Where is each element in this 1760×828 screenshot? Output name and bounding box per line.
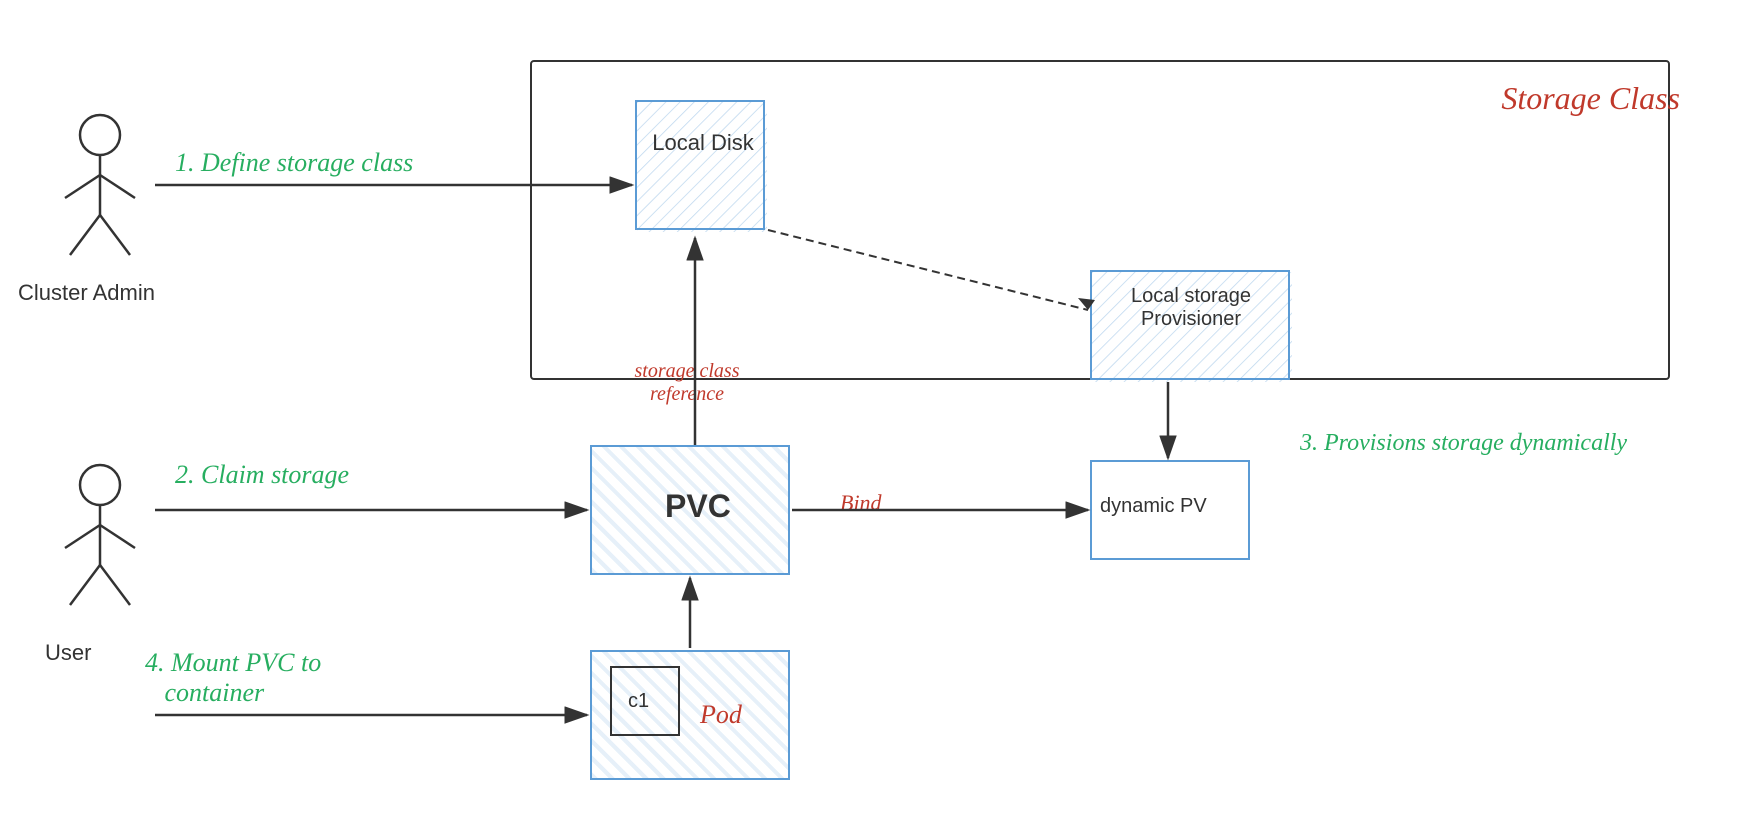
local-disk-box bbox=[635, 100, 765, 230]
user-figure bbox=[55, 460, 145, 620]
user-label: User bbox=[45, 640, 91, 666]
dynamic-pv-label: dynamic PV bbox=[1100, 495, 1207, 518]
container-label: c1 bbox=[628, 690, 649, 713]
bind-label: Bind bbox=[840, 490, 882, 516]
local-disk-hatch bbox=[637, 102, 767, 232]
provisioner-label: Local storageProvisioner bbox=[1095, 285, 1287, 331]
step4-label: 4. Mount PVC to container bbox=[145, 648, 321, 708]
step3-label: 3. Provisions storage dynamically bbox=[1300, 430, 1627, 457]
step2-label: 2. Claim storage bbox=[175, 460, 349, 490]
diagram-container: Storage Class Local Disk Local storagePr… bbox=[0, 0, 1760, 828]
cluster-admin-figure bbox=[55, 110, 145, 270]
storage-class-ref-label: storage classreference bbox=[617, 360, 757, 406]
cluster-admin-label: Cluster Admin bbox=[18, 280, 155, 306]
local-disk-label: Local Disk bbox=[648, 130, 758, 156]
storage-class-label: Storage Class bbox=[1501, 80, 1680, 117]
pvc-label: PVC bbox=[665, 488, 731, 525]
step1-label: 1. Define storage class bbox=[175, 148, 413, 178]
pod-label: Pod bbox=[700, 700, 742, 730]
